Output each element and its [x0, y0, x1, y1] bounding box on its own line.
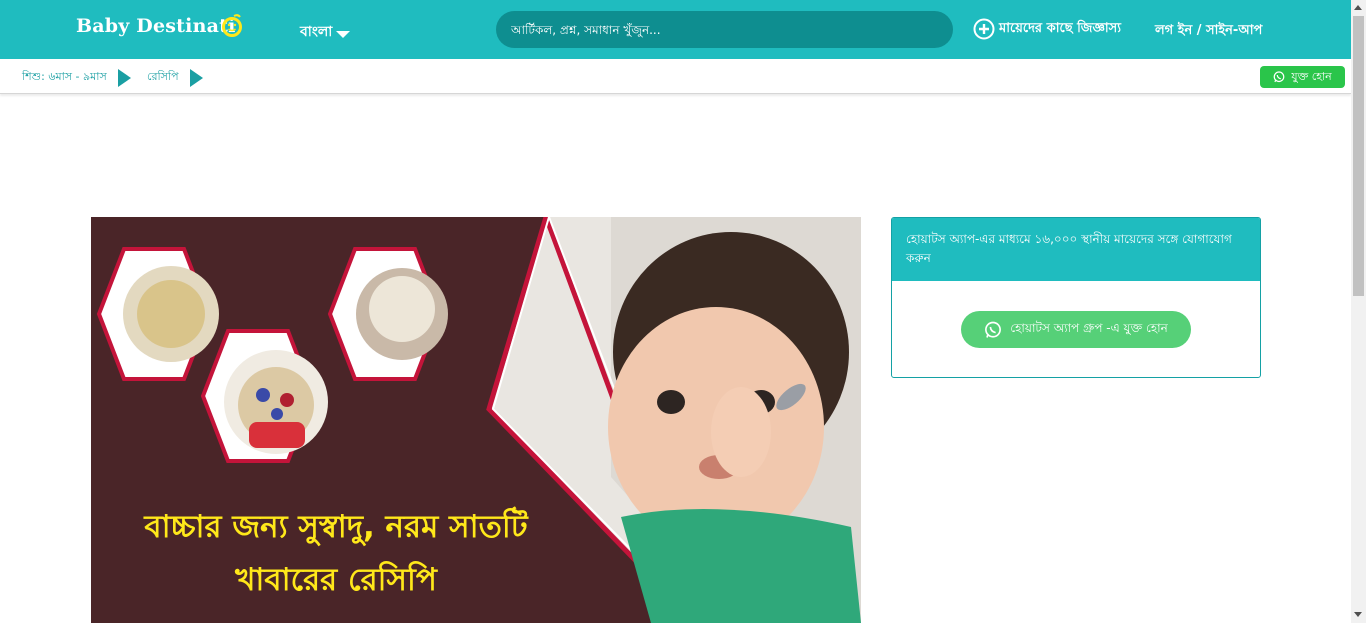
login-signup-link[interactable]: লগ ইন / সাইন-আপ	[1155, 21, 1262, 42]
scrollbar-thumb[interactable]	[1353, 16, 1364, 296]
top-navbar: Baby Destinati বাংলা মায়েদের কাছে জিজ্ঞ…	[0, 0, 1351, 59]
hero-title-line2: খাবারের রেসিপি	[235, 562, 437, 598]
ask-label: মায়েদের কাছে জিজ্ঞাস্য	[999, 20, 1122, 36]
breadcrumb-label: শিশু: ৬মাস - ৯মাস	[22, 70, 107, 83]
vertical-scrollbar[interactable]	[1351, 0, 1366, 623]
breadcrumb-label: রেসিপি	[147, 70, 179, 83]
scroll-down-icon[interactable]	[1354, 612, 1362, 617]
search-input[interactable]	[496, 11, 953, 48]
play-arrow-icon	[117, 68, 131, 87]
card-heading: হোয়াটস অ্যাপ-এর মাধ্যমে ১৬,০০০ স্থানীয়…	[892, 218, 1260, 281]
logo-text: Baby Destinati	[76, 15, 236, 37]
plus-circle-icon	[973, 18, 995, 40]
language-label: বাংলা	[300, 24, 333, 40]
whatsapp-community-card: হোয়াটস অ্যাপ-এর মাধ্যমে ১৬,০০০ স্থানীয়…	[891, 217, 1261, 378]
ask-mothers-button[interactable]: মায়েদের কাছে জিজ্ঞাস্য	[973, 18, 1121, 40]
breadcrumb-item-age[interactable]: শিশু: ৬মাস - ৯মাস	[22, 68, 131, 87]
join-whatsapp-small-button[interactable]: যুক্ত হোন	[1260, 66, 1345, 88]
hero-banner: বাচ্চার জন্য সুস্বাদু, নরম সাতটি খাবারের…	[91, 217, 861, 623]
hero-title-line1: বাচ্চার জন্য সুস্বাদু, নরম সাতটি	[144, 509, 528, 545]
join-label: যুক্ত হোন	[1291, 69, 1332, 83]
scroll-up-icon[interactable]	[1354, 5, 1362, 10]
join-whatsapp-group-button[interactable]: হোয়াটস অ্যাপ গ্রুপ -এ যুক্ত হোন	[961, 311, 1191, 348]
whatsapp-icon	[985, 321, 1002, 338]
breadcrumb-item-recipe[interactable]: রেসিপি	[147, 68, 203, 87]
language-selector[interactable]: বাংলা	[300, 20, 351, 44]
breadcrumb: শিশু: ৬মাস - ৯মাস রেসিপি	[0, 59, 1351, 94]
whatsapp-icon	[1273, 71, 1285, 83]
caret-down-icon	[336, 30, 351, 38]
logo-smiley-icon	[222, 14, 242, 37]
join-group-label: হোয়াটস অ্যাপ গ্রুপ -এ যুক্ত হোন	[1010, 320, 1168, 335]
play-arrow-icon	[189, 68, 203, 87]
logo[interactable]: Baby Destinati	[76, 15, 236, 37]
